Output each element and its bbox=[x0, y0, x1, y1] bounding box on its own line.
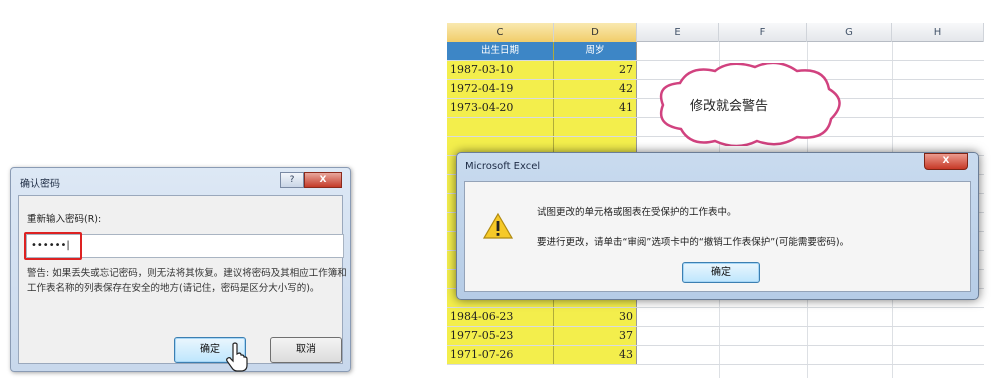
excel-alert-dialog: Microsoft Excel X 试图更改的单元格或图表在受保护的工作表中。 … bbox=[456, 152, 979, 300]
cancel-button[interactable]: 取消 bbox=[270, 337, 342, 363]
table-row: 1977-05-23 37 bbox=[447, 327, 984, 346]
column-header-e[interactable]: E bbox=[637, 23, 719, 42]
column-header-h[interactable]: H bbox=[892, 23, 984, 42]
age-cell[interactable]: 43 bbox=[554, 346, 637, 364]
alert-message-1: 试图更改的单元格或图表在受保护的工作表中。 bbox=[537, 207, 737, 218]
alert-message-2: 要进行更改，请单击“审阅”选项卡中的“撤销工作表保护”(可能需要密码)。 bbox=[537, 237, 850, 248]
age-cell[interactable]: 42 bbox=[554, 80, 637, 98]
close-button[interactable]: X bbox=[304, 172, 342, 188]
column-header-g[interactable]: G bbox=[807, 23, 892, 42]
age-cell[interactable] bbox=[554, 118, 637, 136]
date-cell[interactable]: 1972-04-19 bbox=[447, 80, 554, 98]
table-header-row: 出生日期 周岁 bbox=[447, 42, 984, 61]
column-header-d[interactable]: D bbox=[554, 23, 637, 42]
age-cell[interactable]: 37 bbox=[554, 327, 637, 345]
focus-highlight bbox=[24, 232, 82, 260]
date-cell[interactable]: 1971-07-26 bbox=[447, 346, 554, 364]
alert-title: Microsoft Excel bbox=[465, 161, 541, 172]
date-cell[interactable]: 1987-03-10 bbox=[447, 61, 554, 79]
alert-close-button[interactable]: X bbox=[924, 153, 968, 170]
confirm-password-dialog: 确认密码 ? X 重新输入密码(R): ••••••| 警告: 如果丢失或忘记密… bbox=[10, 167, 351, 372]
age-cell[interactable]: 27 bbox=[554, 61, 637, 79]
table-row: 1971-07-26 43 bbox=[447, 346, 984, 365]
date-cell[interactable]: 1984-06-23 bbox=[447, 308, 554, 326]
header-birthdate[interactable]: 出生日期 bbox=[447, 42, 554, 60]
column-header-c[interactable]: C bbox=[447, 23, 554, 42]
password-warning-text: 警告: 如果丢失或忘记密码，则无法将其恢复。建议将密码及其相应工作簿和工作表名称… bbox=[27, 268, 347, 294]
hand-cursor-icon bbox=[226, 342, 248, 372]
age-cell[interactable]: 30 bbox=[554, 308, 637, 326]
header-age[interactable]: 周岁 bbox=[554, 42, 637, 60]
window-controls: ? X bbox=[280, 172, 342, 188]
alert-ok-button[interactable]: 确定 bbox=[682, 262, 760, 283]
column-headers: C D E F G H bbox=[447, 23, 984, 42]
dialog-body: 重新输入密码(R): ••••••| 警告: 如果丢失或忘记密码，则无法将其恢复… bbox=[18, 195, 347, 372]
dialog-titlebar: 确认密码 ? X bbox=[11, 168, 350, 194]
warning-icon bbox=[483, 212, 513, 239]
date-cell[interactable] bbox=[447, 118, 554, 136]
date-cell[interactable]: 1973-04-20 bbox=[447, 99, 554, 117]
help-button[interactable]: ? bbox=[280, 172, 304, 188]
column-header-f[interactable]: F bbox=[719, 23, 807, 42]
date-cell[interactable]: 1977-05-23 bbox=[447, 327, 554, 345]
alert-body: 试图更改的单元格或图表在受保护的工作表中。 要进行更改，请单击“审阅”选项卡中的… bbox=[464, 181, 971, 292]
age-cell[interactable]: 41 bbox=[554, 99, 637, 117]
table-row: 1984-06-23 30 bbox=[447, 308, 984, 327]
dialog-title: 确认密码 bbox=[20, 179, 60, 190]
password-field[interactable]: ••••••| bbox=[24, 232, 344, 260]
callout-text: 修改就会警告 bbox=[690, 99, 769, 114]
reenter-password-label: 重新输入密码(R): bbox=[27, 214, 102, 225]
